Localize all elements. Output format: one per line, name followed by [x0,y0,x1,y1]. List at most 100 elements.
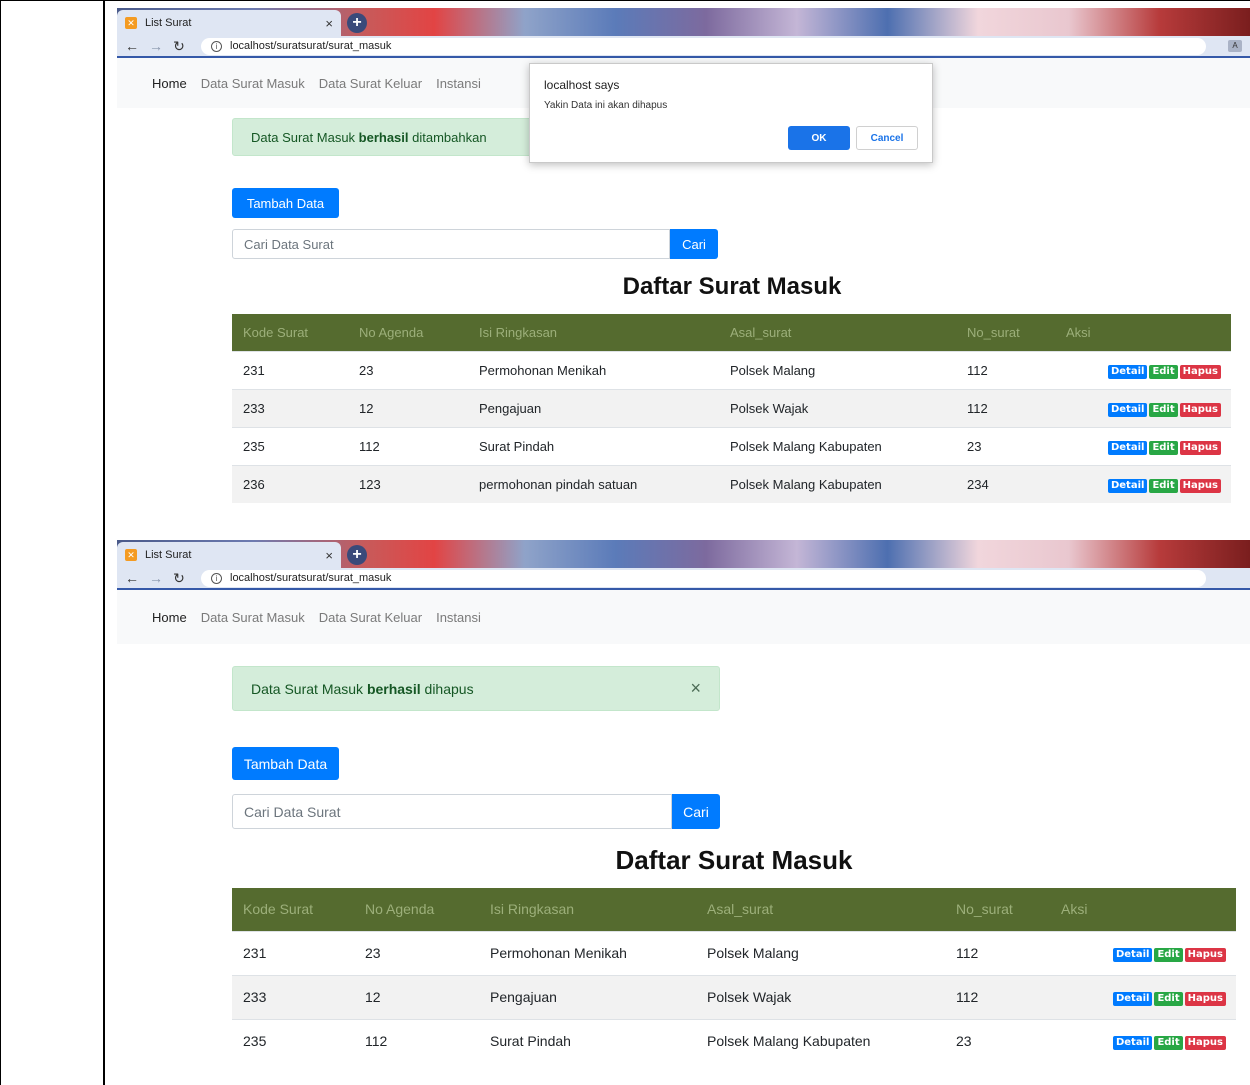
cell: 112 [348,426,468,465]
detail-button[interactable]: Detail [1112,992,1153,1006]
search-button[interactable]: Cari [670,229,718,259]
cell: 112 [945,974,1050,1019]
cell: Surat Pindah [479,1018,696,1063]
cell: Polsek Malang [719,350,956,389]
row-actions: Detail Edit Hapus [1055,388,1231,427]
edit-button[interactable]: Edit [1149,364,1178,379]
delete-button[interactable]: Hapus [1184,992,1226,1006]
delete-button[interactable]: Hapus [1179,364,1221,379]
nav-home[interactable]: Home [152,610,187,625]
delete-button[interactable]: Hapus [1179,478,1221,493]
url-text: localhost/suratsurat/surat_masuk [230,40,392,52]
tab-close-icon[interactable]: × [325,548,333,563]
cell: Polsek Malang [696,930,945,975]
cell: 233 [232,388,348,427]
dialog-ok-button[interactable]: OK [788,126,850,150]
back-arrow-icon[interactable]: ← [125,38,139,54]
back-arrow-icon[interactable]: ← [125,570,139,586]
search-input[interactable]: Cari Data Surat [232,794,672,829]
cell: 112 [956,388,1055,427]
cell: 112 [354,1018,479,1063]
forward-arrow-icon[interactable]: → [149,38,163,54]
table-header-row: Kode Surat No Agenda Isi Ringkasan Asal_… [232,314,1231,351]
cell: 234 [956,464,1055,503]
nav-home[interactable]: Home [152,76,187,91]
edit-button[interactable]: Edit [1149,478,1178,493]
cell: 123 [348,464,468,503]
reload-icon[interactable]: ↻ [173,38,185,55]
browser-tabstrip: ✕ List Surat × + [117,540,1250,568]
browser-address-row: ← → ↻ i localhost/suratsurat/surat_masuk [117,568,1250,590]
detail-button[interactable]: Detail [1112,1036,1153,1051]
detail-button[interactable]: Detail [1107,402,1148,417]
alert-bold: berhasil [358,129,409,145]
delete-button[interactable]: Hapus [1179,402,1221,417]
cell: Polsek Wajak [719,388,956,427]
browser-tab[interactable]: ✕ List Surat × [117,542,341,568]
page-title: Daftar Surat Masuk [622,273,842,300]
edit-button[interactable]: Edit [1154,992,1183,1006]
cell: Polsek Wajak [696,974,945,1019]
delete-button[interactable]: Hapus [1179,440,1221,455]
main-content: Data Surat Masuk berhasil dihapus × Tamb… [117,666,1250,1063]
add-data-button[interactable]: Tambah Data [232,188,339,218]
table-header-row: Kode Surat No Agenda Isi Ringkasan Asal_… [232,888,1236,931]
new-tab-plus-icon[interactable]: + [347,13,367,33]
nav-data-surat-keluar[interactable]: Data Surat Keluar [319,76,422,91]
dialog-message: Yakin Data ini akan dihapus [544,100,668,111]
detail-button[interactable]: Detail [1112,948,1153,962]
browser-address-row: ← → ↻ i localhost/suratsurat/surat_masuk… [117,36,1250,58]
site-info-icon[interactable]: i [211,572,222,584]
dialog-cancel-button[interactable]: Cancel [856,126,918,150]
alert-suffix: dihapus [420,680,474,697]
xampp-favicon-icon: ✕ [125,17,137,29]
alert-suffix: ditambahkan [408,129,487,145]
header-agenda: No Agenda [359,324,424,340]
cell: 235 [232,426,348,465]
cell: 23 [945,1018,1050,1063]
delete-button[interactable]: Hapus [1184,948,1226,962]
row-actions: Detail Edit Hapus [1050,930,1236,975]
detail-button[interactable]: Detail [1107,478,1148,493]
cell: 112 [956,350,1055,389]
nav-instansi[interactable]: Instansi [436,76,481,91]
edit-button[interactable]: Edit [1154,948,1183,962]
app-navbar: Home Data Surat Masuk Data Surat Keluar … [117,590,1250,644]
add-data-button[interactable]: Tambah Data [232,747,339,780]
translate-icon[interactable]: A [1228,40,1242,52]
table-row: 236 123 permohonan pindah satuan Polsek Mal… [232,464,1231,503]
detail-button[interactable]: Detail [1107,440,1148,455]
confirm-dialog: localhost says Yakin Data ini akan dihap… [529,63,933,163]
reload-icon[interactable]: ↻ [173,570,185,587]
address-bar[interactable]: i localhost/suratsurat/surat_masuk [201,569,1206,587]
alert-text: Data Surat Masuk berhasil ditambahkan [251,130,487,145]
nav-data-surat-keluar[interactable]: Data Surat Keluar [319,610,422,625]
nav-instansi[interactable]: Instansi [436,610,481,625]
delete-button[interactable]: Hapus [1184,1036,1226,1051]
screenshot-delete-confirm: ✕ List Surat × + ← → ↻ i localhost/surat… [117,8,1250,504]
edit-button[interactable]: Edit [1149,402,1178,417]
new-tab-plus-icon[interactable]: + [347,545,367,565]
surat-table: Kode Surat No Agenda Isi Ringkasan Asal_… [232,888,1236,1063]
document-border-left [0,0,1,1085]
address-bar[interactable]: i localhost/suratsurat/surat_masuk [201,37,1206,55]
forward-arrow-icon[interactable]: → [149,570,163,586]
nav-data-surat-masuk[interactable]: Data Surat Masuk [201,610,305,625]
search-input[interactable]: Cari Data Surat [232,229,670,259]
tab-close-icon[interactable]: × [325,16,333,31]
document-border-top [0,0,1250,1]
edit-button[interactable]: Edit [1149,440,1178,455]
row-actions: Detail Edit Hapus [1050,1018,1236,1063]
nav-data-surat-masuk[interactable]: Data Surat Masuk [201,76,305,91]
header-kode: Kode Surat [243,324,309,340]
alert-text: Data Surat Masuk berhasil dihapus [251,681,474,697]
alert-close-icon[interactable]: × [690,678,701,699]
site-info-icon[interactable]: i [211,40,222,52]
document-column-divider [103,0,105,1085]
search-button[interactable]: Cari [672,794,720,829]
cell: 23 [348,350,468,389]
edit-button[interactable]: Edit [1154,1036,1183,1051]
row-actions: Detail Edit Hapus [1055,464,1231,503]
detail-button[interactable]: Detail [1107,364,1148,379]
browser-tab[interactable]: ✕ List Surat × [117,10,341,36]
